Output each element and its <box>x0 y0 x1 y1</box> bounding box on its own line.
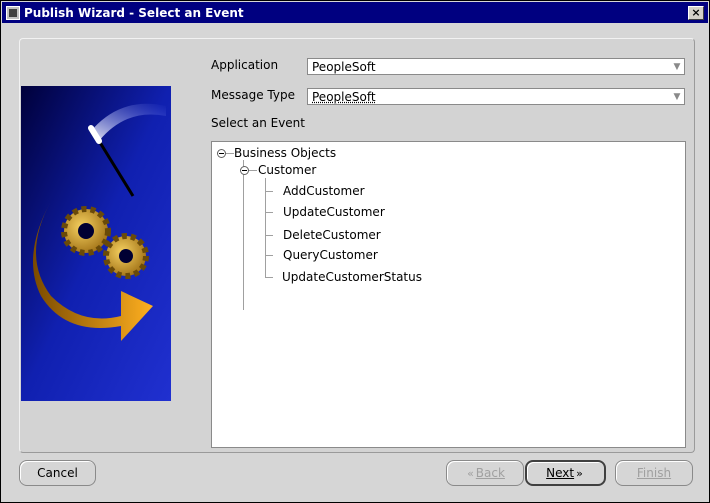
wizard-illustration <box>21 86 171 401</box>
tree-connector <box>265 235 273 236</box>
chevron-left-icon: « <box>467 466 474 480</box>
wizard-window: Publish Wizard - Select an Event × Appli… <box>0 0 710 503</box>
finish-label: Finish <box>636 466 672 480</box>
close-button[interactable]: × <box>688 5 704 20</box>
tree-connector <box>265 191 273 192</box>
tree-connector <box>243 160 244 310</box>
tree-connector <box>265 212 273 213</box>
tree-leaf[interactable]: UpdateCustomerStatus <box>282 270 422 284</box>
window-title: Publish Wizard - Select an Event <box>24 5 244 20</box>
dropdown-arrow-icon: ▼ <box>673 91 681 102</box>
select-event-label: Select an Event <box>211 116 305 130</box>
tree-connector <box>265 255 273 256</box>
message-type-label: Message Type <box>211 88 295 102</box>
tree-leaf[interactable]: QueryCustomer <box>283 248 378 262</box>
tree-leaf[interactable]: DeleteCustomer <box>283 228 381 242</box>
message-type-dropdown[interactable]: PeopleSoft ▼ <box>307 88 685 105</box>
tree-leaf[interactable]: AddCustomer <box>283 184 365 198</box>
next-button[interactable]: Next » <box>525 460 606 486</box>
back-button[interactable]: « Back <box>446 460 524 486</box>
application-value: PeopleSoft <box>312 59 376 74</box>
tree-connector <box>265 178 266 278</box>
cancel-button[interactable]: Cancel <box>19 460 96 486</box>
event-tree[interactable]: Business Objects Customer AddCustomer Up… <box>211 141 686 448</box>
cancel-label: Cancel <box>37 466 78 480</box>
dropdown-arrow-icon: ▼ <box>673 61 681 72</box>
finish-button[interactable]: Finish <box>615 460 693 486</box>
application-label: Application <box>211 58 279 72</box>
next-label: Next <box>546 466 575 480</box>
collapse-node-icon[interactable] <box>217 149 226 158</box>
title-bar: Publish Wizard - Select an Event × <box>2 2 708 23</box>
back-label: Back <box>475 466 505 480</box>
tree-node-business-objects[interactable]: Business Objects <box>234 146 336 160</box>
tree-connector <box>249 170 257 171</box>
app-icon <box>6 5 20 20</box>
tree-node-customer[interactable]: Customer <box>258 163 316 177</box>
application-dropdown[interactable]: PeopleSoft ▼ <box>307 58 685 75</box>
tree-connector <box>265 277 273 278</box>
message-type-value: PeopleSoft <box>312 89 376 104</box>
chevron-right-icon: » <box>576 466 583 480</box>
collapse-node-icon[interactable] <box>240 166 249 175</box>
tree-connector <box>226 153 234 154</box>
tree-leaf[interactable]: UpdateCustomer <box>283 205 385 219</box>
